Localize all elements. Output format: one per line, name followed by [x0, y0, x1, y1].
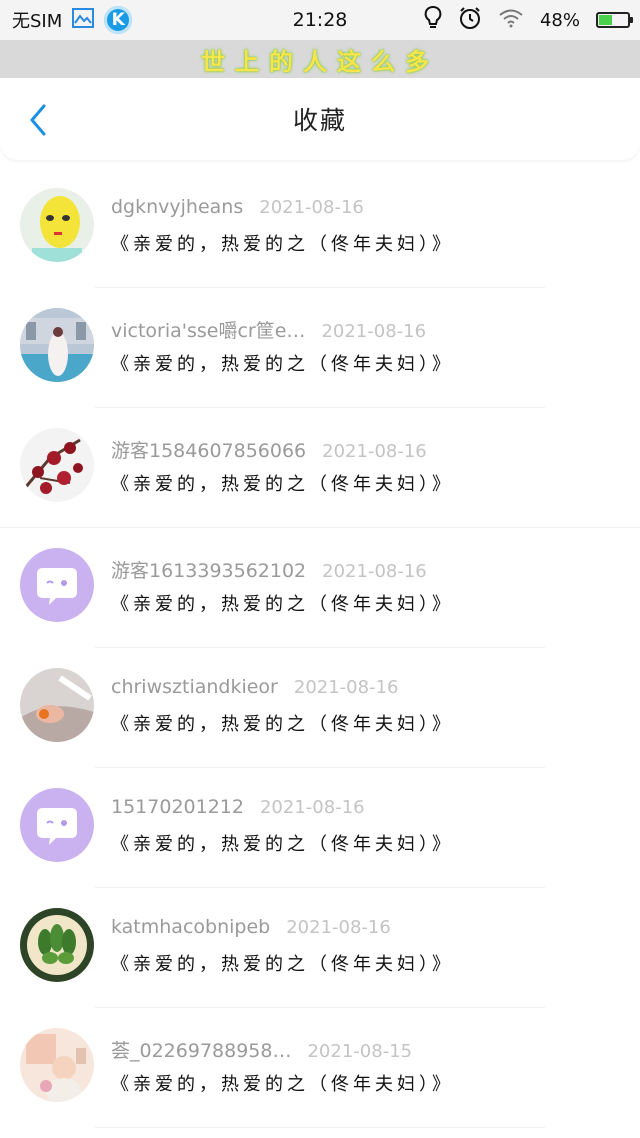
favorite-title: 《亲爱的，热爱的之（佟年夫妇）》	[111, 1074, 454, 1095]
date: 2021-08-16	[322, 561, 427, 582]
username: 游客1584607856066	[111, 440, 307, 462]
banner: 世上的人这么多	[0, 40, 640, 78]
banner-text: 世上的人这么多	[201, 47, 439, 76]
list-item[interactable]: victoria'sse嚼cr筐e… 2021-08-16 《亲爱的，热爱的之（…	[0, 288, 640, 408]
date: 2021-08-16	[293, 677, 399, 698]
avatar[interactable]	[20, 188, 94, 262]
date: 2021-08-16	[259, 797, 365, 818]
date: 2021-08-16	[321, 321, 427, 342]
list-item[interactable]: katmhacobnipeb 2021-08-16 《亲爱的，热爱的之（佟年夫妇…	[0, 888, 640, 1008]
avatar[interactable]	[20, 668, 94, 742]
list-item[interactable]: 15170201212 2021-08-16 《亲爱的，热爱的之（佟年夫妇）》	[0, 768, 640, 888]
wifi-icon	[498, 8, 524, 33]
favorite-title: 《亲爱的，热爱的之（佟年夫妇）》	[111, 474, 454, 495]
avatar[interactable]	[20, 788, 94, 862]
favorite-title: 《亲爱的，热爱的之（佟年夫妇）》	[111, 234, 454, 255]
status-bar: 无SIM K 21:28 48%	[0, 0, 640, 40]
date: 2021-08-16	[322, 441, 427, 462]
favorite-title: 《亲爱的，热爱的之（佟年夫妇）》	[111, 954, 454, 975]
username: katmhacobnipeb	[111, 916, 271, 938]
list-item[interactable]: dgknvyjheans 2021-08-16 《亲爱的，热爱的之（佟年夫妇）》	[0, 168, 640, 288]
avatar[interactable]	[20, 308, 94, 382]
list-item[interactable]: 荟_02269788958… 2021-08-15 《亲爱的，热爱的之（佟年夫妇…	[0, 1008, 640, 1128]
username: 15170201212	[111, 796, 244, 818]
avatar[interactable]	[20, 548, 94, 622]
nav-header: 收藏	[0, 78, 640, 160]
username: dgknvyjheans	[111, 196, 244, 218]
favorite-title: 《亲爱的，热爱的之（佟年夫妇）》	[111, 834, 454, 855]
lightbulb-icon	[424, 5, 442, 36]
list-item[interactable]: 游客1613393562102 2021-08-16 《亲爱的，热爱的之（佟年夫…	[0, 528, 640, 648]
avatar[interactable]	[20, 1028, 94, 1102]
alarm-icon	[458, 6, 482, 35]
list-item[interactable]: chriwsztiandkieor 2021-08-16 《亲爱的，热爱的之（佟…	[0, 648, 640, 768]
date: 2021-08-16	[259, 197, 364, 218]
clock: 21:28	[292, 9, 348, 31]
favorite-title: 《亲爱的，热爱的之（佟年夫妇）》	[111, 714, 454, 735]
favorite-title: 《亲爱的，热爱的之（佟年夫妇）》	[111, 594, 454, 615]
favorite-title: 《亲爱的，热爱的之（佟年夫妇）》	[111, 354, 454, 375]
favorites-list: dgknvyjheans 2021-08-16 《亲爱的，热爱的之（佟年夫妇）》…	[0, 168, 640, 1128]
username: 游客1613393562102	[111, 560, 307, 582]
avatar[interactable]	[20, 428, 94, 502]
battery-percent: 48%	[539, 9, 580, 31]
list-item[interactable]: 游客1584607856066 2021-08-16 《亲爱的，热爱的之（佟年夫…	[0, 408, 640, 528]
username: victoria'sse嚼cr筐e…	[111, 320, 306, 342]
username: 荟_02269788958…	[111, 1040, 292, 1062]
date: 2021-08-15	[307, 1041, 413, 1062]
battery-icon	[596, 12, 633, 28]
page-title: 收藏	[292, 106, 347, 135]
date: 2021-08-16	[286, 917, 391, 938]
username: chriwsztiandkieor	[111, 676, 278, 698]
avatar[interactable]	[20, 908, 94, 982]
